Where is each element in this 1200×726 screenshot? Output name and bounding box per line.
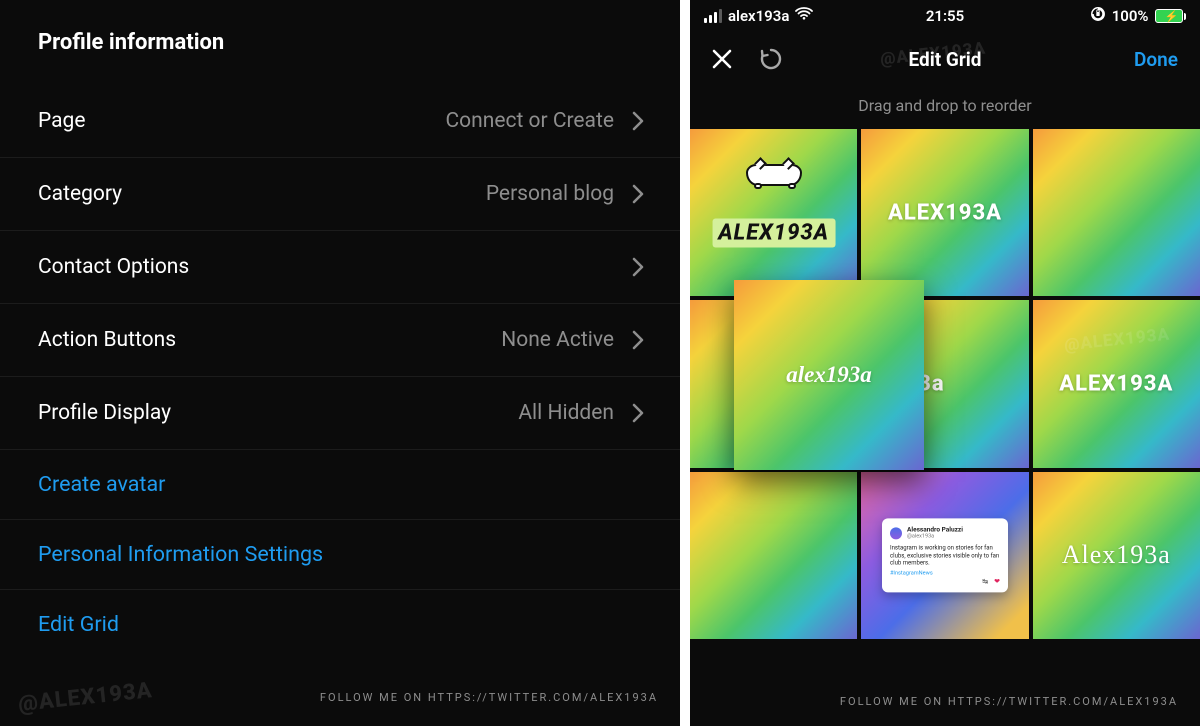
row-action-buttons[interactable]: Action Buttons None Active bbox=[0, 304, 680, 377]
profile-information-screen: Profile information Page Connect or Crea… bbox=[0, 0, 680, 726]
nav-title: Edit Grid bbox=[908, 48, 981, 71]
battery-percentage: 100% bbox=[1112, 7, 1149, 25]
status-bar: alex193a 21:55 100% ⚡ bbox=[690, 0, 1200, 32]
undo-icon bbox=[758, 46, 784, 72]
cellular-signal-icon bbox=[704, 9, 722, 23]
row-display-value: All Hidden bbox=[518, 401, 614, 425]
tweet-body: Instagram is working on stories for fan … bbox=[890, 545, 1000, 568]
tweet-hashtag: #InstagramNews bbox=[890, 570, 1000, 577]
battery-charging-icon: ⚡ bbox=[1155, 9, 1187, 23]
grid-tile-2[interactable]: ALEX193A bbox=[861, 129, 1028, 296]
dragged-tile[interactable]: alex193a bbox=[734, 280, 924, 470]
done-button[interactable]: Done bbox=[1134, 48, 1178, 71]
edit-grid-screen: alex193a 21:55 100% ⚡ bbox=[690, 0, 1200, 726]
heart-icon: ❤ bbox=[994, 577, 1000, 586]
footer-credit: FOLLOW ME ON HTTPS://TWITTER.COM/ALEX193… bbox=[840, 695, 1178, 708]
watermark: @ALEX193A bbox=[17, 678, 154, 717]
chevron-right-icon bbox=[632, 257, 644, 277]
carrier-name: alex193a bbox=[728, 7, 789, 25]
row-contact-label: Contact Options bbox=[38, 255, 189, 279]
wifi-icon bbox=[795, 7, 813, 25]
grid-tile-6[interactable]: ALEX193A bbox=[1033, 300, 1200, 467]
tile-label: ALEX193A bbox=[888, 200, 1002, 225]
row-page[interactable]: Page Connect or Create bbox=[0, 85, 680, 158]
nav-bar: Edit Grid Done bbox=[690, 32, 1200, 86]
row-display-label: Profile Display bbox=[38, 401, 171, 425]
link-personal-info-label: Personal Information Settings bbox=[38, 542, 323, 567]
row-page-label: Page bbox=[38, 109, 86, 133]
grid-tile-9[interactable]: Alex193a bbox=[1033, 472, 1200, 639]
chevron-right-icon bbox=[632, 184, 644, 204]
link-personal-information-settings[interactable]: Personal Information Settings bbox=[0, 520, 680, 590]
tile-label: ALEX193A bbox=[1059, 371, 1173, 396]
grid-tile-1[interactable]: ALEX193A bbox=[690, 129, 857, 296]
row-contact-options[interactable]: Contact Options bbox=[0, 231, 680, 304]
grid-tile-7[interactable] bbox=[690, 472, 857, 639]
avatar bbox=[890, 527, 902, 539]
row-category[interactable]: Category Personal blog bbox=[0, 158, 680, 231]
link-create-avatar[interactable]: Create avatar bbox=[0, 450, 680, 520]
section-title: Profile information bbox=[0, 0, 680, 85]
link-edit-grid-label: Edit Grid bbox=[38, 612, 119, 637]
tile-label: ALEX193A bbox=[712, 218, 835, 247]
row-profile-display[interactable]: Profile Display All Hidden bbox=[0, 377, 680, 450]
rotation-lock-icon bbox=[1090, 6, 1106, 26]
tweet-author-name: Alessandro Paluzzi bbox=[907, 526, 963, 534]
grid-tile-8[interactable]: Alessandro Paluzzi @alex193a Instagram i… bbox=[861, 472, 1028, 639]
retweet-icon: ↹ bbox=[982, 577, 988, 586]
tile-label: alex193a bbox=[786, 362, 872, 388]
chevron-right-icon bbox=[632, 330, 644, 350]
row-page-value: Connect or Create bbox=[445, 109, 614, 133]
tile-label: Alex193a bbox=[1062, 540, 1171, 570]
undo-button[interactable] bbox=[758, 46, 784, 72]
footer-credit: FOLLOW ME ON HTTPS://TWITTER.COM/ALEX193… bbox=[320, 691, 658, 704]
bongo-cat-icon bbox=[746, 164, 802, 194]
close-button[interactable] bbox=[710, 47, 734, 71]
subtitle: Drag and drop to reorder bbox=[690, 86, 1200, 129]
close-icon bbox=[710, 47, 734, 71]
status-time: 21:55 bbox=[926, 7, 964, 25]
chevron-right-icon bbox=[632, 111, 644, 131]
link-create-avatar-label: Create avatar bbox=[38, 472, 165, 497]
grid-tile-3[interactable] bbox=[1033, 129, 1200, 296]
row-category-value: Personal blog bbox=[486, 182, 614, 206]
row-action-value: None Active bbox=[501, 328, 614, 352]
row-category-label: Category bbox=[38, 182, 122, 206]
chevron-right-icon bbox=[632, 403, 644, 423]
row-action-label: Action Buttons bbox=[38, 328, 176, 352]
tweet-author-handle: @alex193a bbox=[907, 534, 963, 541]
link-edit-grid[interactable]: Edit Grid bbox=[0, 590, 680, 659]
tweet-card: Alessandro Paluzzi @alex193a Instagram i… bbox=[882, 519, 1008, 592]
